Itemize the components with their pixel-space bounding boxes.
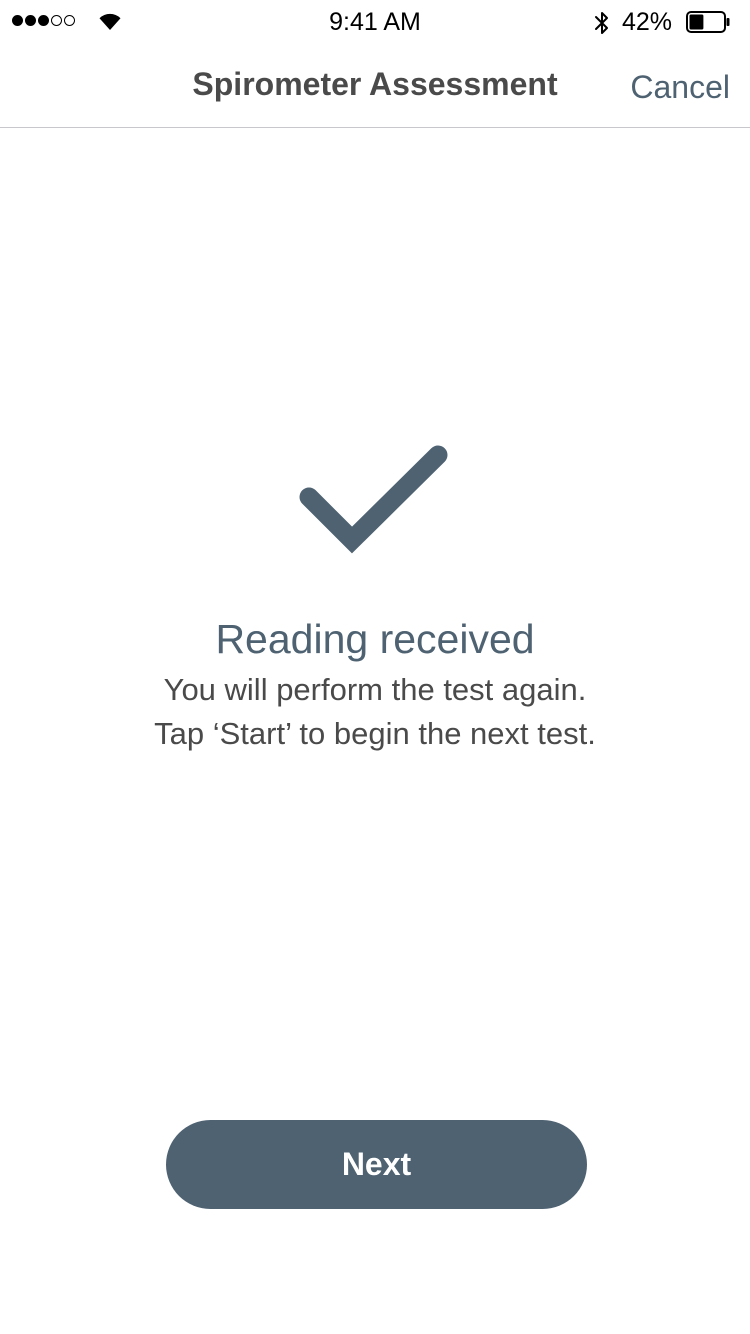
result-message-line-2: Tap ‘Start’ to begin the next test.	[154, 716, 596, 751]
result-title: Reading received	[215, 616, 535, 662]
screen: 9:41 AM 42% Spirometer Assessment Cancel…	[0, 0, 750, 1334]
result-message-line-1: You will perform the test again.	[163, 672, 587, 707]
battery-icon	[686, 11, 730, 33]
battery-percentage: 42%	[622, 8, 673, 36]
status-bar: 9:41 AM 42%	[0, 0, 750, 40]
checkmark-icon	[299, 445, 448, 554]
next-button-label: Next	[341, 1146, 412, 1182]
bluetooth-icon	[595, 12, 608, 34]
cancel-button[interactable]: Cancel	[630, 69, 730, 106]
next-button[interactable]: Next	[166, 1120, 587, 1209]
navigation-bar: Spirometer Assessment Cancel	[0, 40, 750, 128]
